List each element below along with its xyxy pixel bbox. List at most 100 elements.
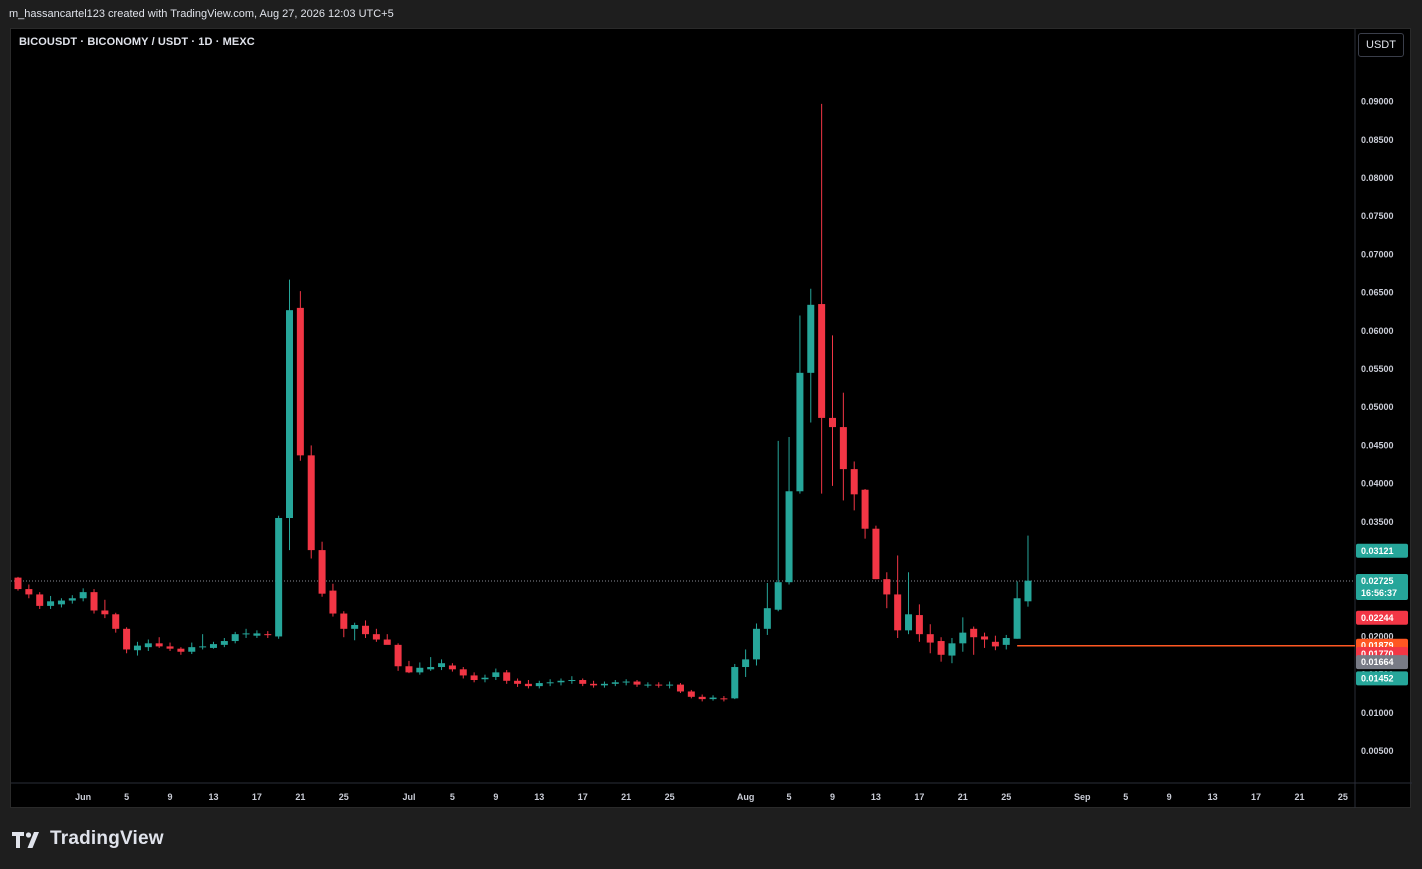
candle-body[interactable] [698,696,706,700]
candle-body[interactable] [752,628,760,660]
candle-body[interactable] [883,579,891,595]
candle-body[interactable] [481,677,489,680]
candle-body[interactable] [25,589,33,595]
candle-body[interactable] [492,672,500,677]
candle-body[interactable] [557,680,565,683]
candle-body[interactable] [600,683,608,686]
candle-body[interactable] [394,644,402,667]
candle-body[interactable] [633,681,641,685]
candle-body[interactable] [937,641,945,655]
candle-body[interactable] [568,680,576,682]
candle-body[interactable] [829,417,836,428]
candle-body[interactable] [948,643,956,656]
candle-body[interactable] [220,641,228,645]
candle-body[interactable] [459,669,467,676]
candle-body[interactable] [438,663,446,668]
candle-body[interactable] [36,594,44,606]
candle-body[interactable] [785,491,793,583]
candle-body[interactable] [448,665,456,670]
candle-body[interactable] [774,582,782,610]
candle-body[interactable] [351,624,359,629]
candle-body[interactable] [915,615,923,635]
candle-body[interactable] [372,634,380,640]
candle-body[interactable] [296,307,304,456]
candle-body[interactable] [286,310,293,519]
candle-body[interactable] [546,682,554,684]
candle-body[interactable] [199,646,207,648]
candle-body[interactable] [242,633,250,635]
candle-body[interactable] [307,455,315,551]
candle-body[interactable] [47,601,55,606]
candle-body[interactable] [991,641,999,647]
candle-body[interactable] [57,600,65,605]
candle-body[interactable] [1002,637,1010,645]
candle-body[interactable] [470,675,478,681]
candle-body[interactable] [894,594,902,631]
currency-unit-button[interactable]: USDT [1358,33,1404,57]
candle-body[interactable] [970,628,978,638]
candle-body[interactable] [101,610,109,615]
candle-body[interactable] [14,577,22,590]
candle-body[interactable] [807,304,815,373]
candle-body[interactable] [112,614,120,629]
candlestick-chart[interactable]: 0.005000.010000.015000.020000.035000.040… [11,29,1412,809]
candle-body[interactable] [981,636,989,640]
candle-body[interactable] [68,598,76,601]
chart-frame[interactable]: 0.005000.010000.015000.020000.035000.040… [10,28,1412,809]
candle-body[interactable] [253,633,261,636]
candle-body[interactable] [416,667,424,673]
candle-body[interactable] [524,683,532,687]
candle-body[interactable] [666,684,674,686]
candle-body[interactable] [796,372,804,492]
candle-body[interactable] [209,644,217,648]
candle-body[interactable] [144,643,152,648]
candle-body[interactable] [318,550,326,594]
candle-body[interactable] [188,647,196,652]
candle-body[interactable] [383,639,391,645]
candle-body[interactable] [535,683,543,687]
candle-body[interactable] [905,614,913,631]
candle-body[interactable] [709,697,717,700]
candle-body[interactable] [742,659,750,668]
candle-body[interactable] [839,427,847,470]
candle-body[interactable] [720,698,728,700]
candle-body[interactable] [655,684,663,686]
candle-body[interactable] [90,592,98,611]
candle-body[interactable] [264,634,272,636]
candle-body[interactable] [861,489,869,529]
candle-body[interactable] [687,691,695,697]
candle-body[interactable] [644,684,652,686]
candle-body[interactable] [133,645,141,651]
candle-body[interactable] [611,682,619,684]
candle-body[interactable] [590,683,598,686]
candle-body[interactable] [177,648,185,652]
candle-body[interactable] [872,528,880,580]
x-tick-label: 9 [493,792,498,802]
candle-body[interactable] [676,684,684,692]
candle-body[interactable] [79,592,87,599]
candle-body[interactable] [275,518,283,637]
candle-body[interactable] [1024,580,1032,602]
candle-body[interactable] [231,634,239,642]
candle-body[interactable] [818,304,826,418]
candle-body[interactable] [427,667,435,670]
candle-body[interactable] [731,667,739,699]
candle-body[interactable] [514,680,522,684]
candle-body[interactable] [405,666,413,673]
tradingview-brand[interactable]: TradingView [12,828,164,850]
candle-body[interactable] [622,681,630,683]
x-tick-label: 21 [621,792,631,802]
candle-body[interactable] [340,613,348,629]
candle-body[interactable] [959,632,967,644]
candle-body[interactable] [579,680,587,684]
candle-body[interactable] [362,625,370,635]
candle-body[interactable] [503,672,511,681]
candle-body[interactable] [166,646,174,649]
candle-body[interactable] [926,634,934,643]
candle-body[interactable] [850,469,858,495]
candle-body[interactable] [763,608,771,629]
candle-body[interactable] [155,643,163,647]
candle-body[interactable] [329,590,337,614]
candle-body[interactable] [123,628,131,650]
candle-body[interactable] [1013,598,1021,639]
